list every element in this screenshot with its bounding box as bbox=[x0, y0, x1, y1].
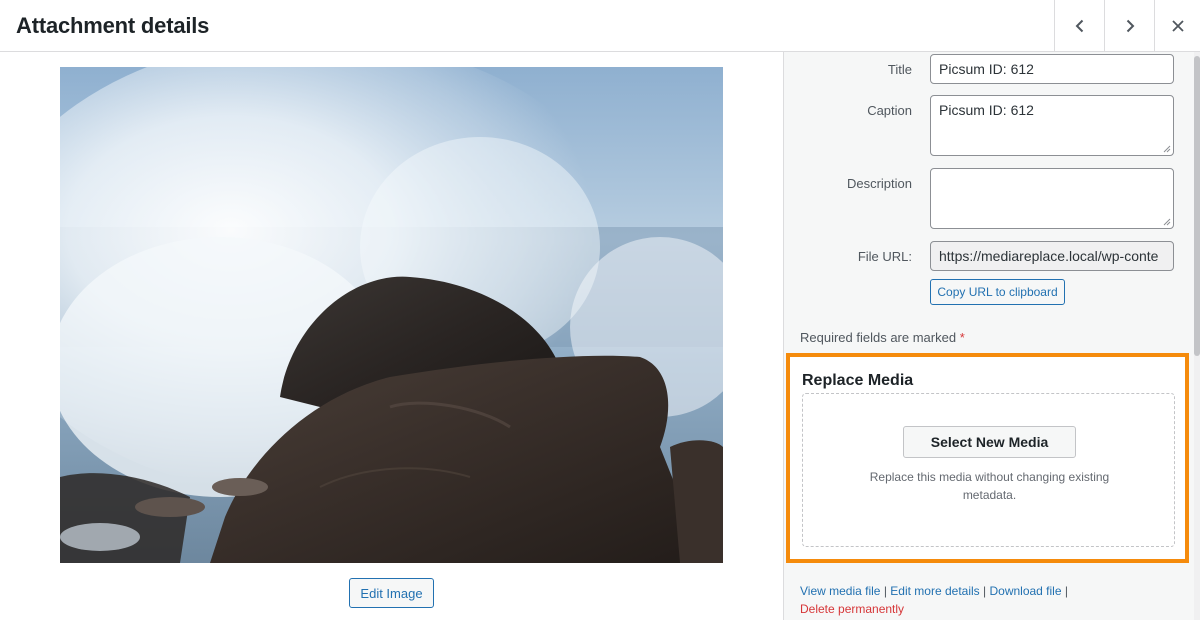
next-attachment-button[interactable] bbox=[1104, 0, 1154, 51]
caption-textarea[interactable]: Picsum ID: 612 bbox=[930, 95, 1174, 156]
description-label: Description bbox=[846, 176, 912, 191]
attachment-details-modal: Attachment details Edit Image Title Pics… bbox=[0, 0, 1200, 620]
attachment-actions: View media file | Edit more details | Do… bbox=[800, 582, 1180, 618]
required-fields-note: Required fields are marked * bbox=[800, 330, 965, 345]
attachment-preview-pane: Edit Image bbox=[0, 52, 783, 620]
ocean-wave-rock-photo-icon bbox=[60, 67, 723, 563]
file-url-input[interactable]: https://mediareplace.local/wp-conte bbox=[930, 241, 1174, 271]
view-media-file-link[interactable]: View media file bbox=[800, 584, 880, 598]
select-new-media-button[interactable]: Select New Media bbox=[903, 426, 1076, 458]
scrollbar-thumb[interactable] bbox=[1194, 56, 1200, 356]
caption-text: Picsum ID: 612 bbox=[939, 102, 1034, 118]
action-separator: | bbox=[883, 584, 887, 598]
attachment-image bbox=[60, 67, 723, 563]
modal-header: Attachment details bbox=[0, 0, 1200, 52]
edit-image-button[interactable]: Edit Image bbox=[349, 578, 434, 608]
title-input[interactable]: Picsum ID: 612 bbox=[930, 54, 1174, 84]
replace-media-description: Replace this media without changing exis… bbox=[869, 470, 1110, 502]
resize-grip-icon[interactable] bbox=[1163, 145, 1171, 153]
required-star: * bbox=[959, 330, 965, 345]
replace-media-panel: Replace Media Select New Media Replace t… bbox=[786, 353, 1189, 563]
resize-grip-icon[interactable] bbox=[1163, 218, 1171, 226]
replace-media-title: Replace Media bbox=[802, 372, 914, 389]
edit-more-details-link[interactable]: Edit more details bbox=[890, 584, 979, 598]
caption-label: Caption bbox=[867, 103, 912, 118]
action-separator: | bbox=[1064, 584, 1068, 598]
chevron-right-icon bbox=[1126, 19, 1134, 32]
required-note-text: Required fields are marked bbox=[800, 330, 957, 345]
copy-url-button[interactable]: Copy URL to clipboard bbox=[930, 279, 1065, 305]
file-url-label: File URL: bbox=[857, 249, 912, 264]
chevron-left-icon bbox=[1075, 19, 1083, 32]
modal-title: Attachment details bbox=[16, 13, 210, 38]
delete-permanently-link[interactable]: Delete permanently bbox=[800, 602, 904, 616]
description-textarea[interactable] bbox=[930, 168, 1174, 229]
close-icon bbox=[1171, 19, 1184, 32]
replace-media-dropzone[interactable]: Select New Media Replace this media with… bbox=[802, 393, 1175, 547]
sidebar-scrollbar[interactable] bbox=[1194, 52, 1200, 620]
close-modal-button[interactable] bbox=[1154, 0, 1200, 51]
previous-attachment-button[interactable] bbox=[1054, 0, 1104, 51]
attachment-settings-sidebar: Title Picsum ID: 612 Caption Picsum ID: … bbox=[783, 52, 1200, 620]
title-label: Title bbox=[887, 62, 912, 77]
download-file-link[interactable]: Download file bbox=[989, 584, 1061, 598]
action-separator: | bbox=[983, 584, 987, 598]
